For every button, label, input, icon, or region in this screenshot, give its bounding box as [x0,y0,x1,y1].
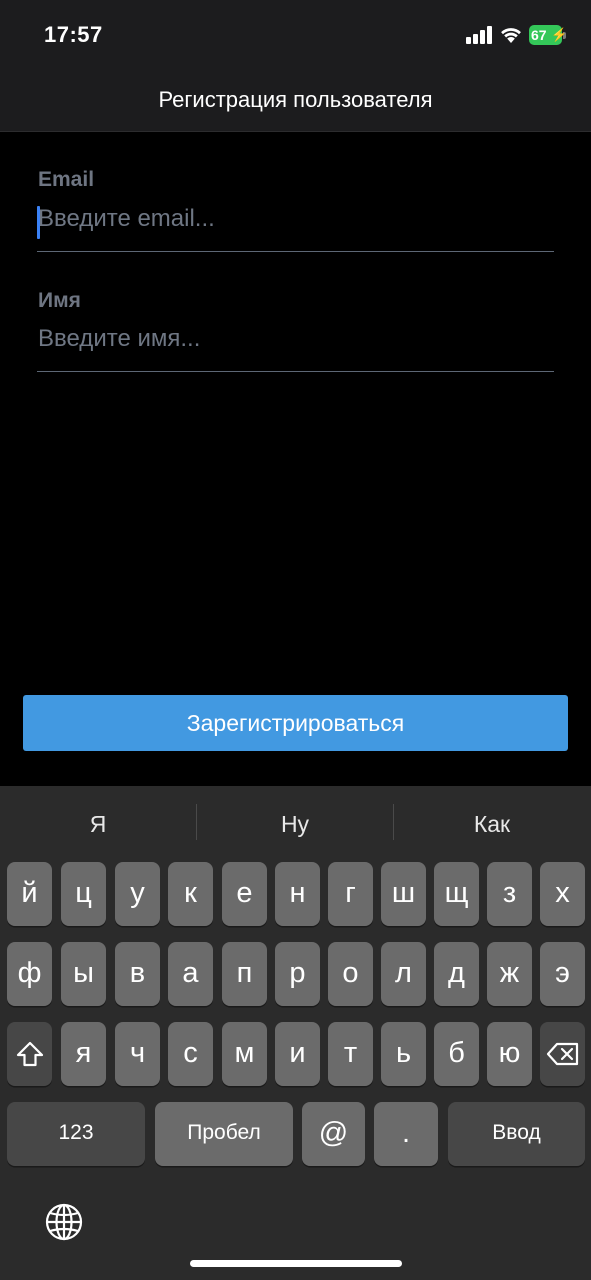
key-5[interactable]: е [222,862,267,926]
key-1[interactable]: й [7,862,52,926]
numbers-key[interactable]: 123 [7,1102,145,1166]
charging-bolt-icon: ⚡ [551,27,568,42]
navigation-bar: Регистрация пользователя [0,68,591,132]
dot-key[interactable]: . [374,1102,438,1166]
text-cursor [37,206,40,239]
key-9[interactable]: щ [434,862,479,926]
name-field[interactable] [37,316,554,372]
suggestion-1[interactable]: Я [0,806,196,842]
email-field[interactable] [37,196,554,252]
key-26[interactable]: м [222,1022,267,1086]
key-17[interactable]: р [275,942,320,1006]
key-11[interactable]: х [540,862,585,926]
keyboard: Я Ну Как й ц у к е н г ш щ з х ф ы в а п… [0,786,591,1280]
at-key[interactable]: @ [302,1102,365,1166]
key-18[interactable]: о [328,942,373,1006]
status-bar: 17:57 67 ⚡ [0,0,591,68]
key-15[interactable]: а [168,942,213,1006]
email-label: Email [38,168,95,191]
shift-key[interactable] [7,1022,52,1086]
key-16[interactable]: п [222,942,267,1006]
backspace-icon [546,1043,578,1066]
globe-icon[interactable] [44,1202,84,1242]
home-indicator[interactable] [190,1260,402,1267]
shift-icon [16,1042,43,1067]
key-23[interactable]: я [61,1022,106,1086]
key-10[interactable]: з [487,862,532,926]
key-13[interactable]: ы [61,942,106,1006]
key-19[interactable]: л [381,942,426,1006]
wifi-icon [501,28,521,43]
key-7[interactable]: г [328,862,373,926]
backspace-key[interactable] [540,1022,585,1086]
suggestion-3[interactable]: Как [394,806,590,842]
key-12[interactable]: ф [7,942,52,1006]
return-key[interactable]: Ввод [448,1102,585,1166]
key-29[interactable]: ь [381,1022,426,1086]
space-key[interactable]: Пробел [155,1102,293,1166]
battery-percent: 67 [531,27,547,43]
battery-icon: 67 ⚡ [529,25,568,45]
key-3[interactable]: у [115,862,160,926]
key-4[interactable]: к [168,862,213,926]
register-button[interactable]: Зарегистрироваться [23,695,568,751]
key-20[interactable]: д [434,942,479,1006]
key-28[interactable]: т [328,1022,373,1086]
name-label: Имя [38,289,81,312]
key-2[interactable]: ц [61,862,106,926]
signal-icon [466,26,494,44]
key-30[interactable]: б [434,1022,479,1086]
key-14[interactable]: в [115,942,160,1006]
key-8[interactable]: ш [381,862,426,926]
page-title: Регистрация пользователя [158,87,433,112]
key-25[interactable]: с [168,1022,213,1086]
key-6[interactable]: н [275,862,320,926]
key-27[interactable]: и [275,1022,320,1086]
suggestion-2[interactable]: Ну [197,806,393,842]
key-24[interactable]: ч [115,1022,160,1086]
status-time: 17:57 [44,22,103,47]
key-22[interactable]: э [540,942,585,1006]
key-31[interactable]: ю [487,1022,532,1086]
key-21[interactable]: ж [487,942,532,1006]
